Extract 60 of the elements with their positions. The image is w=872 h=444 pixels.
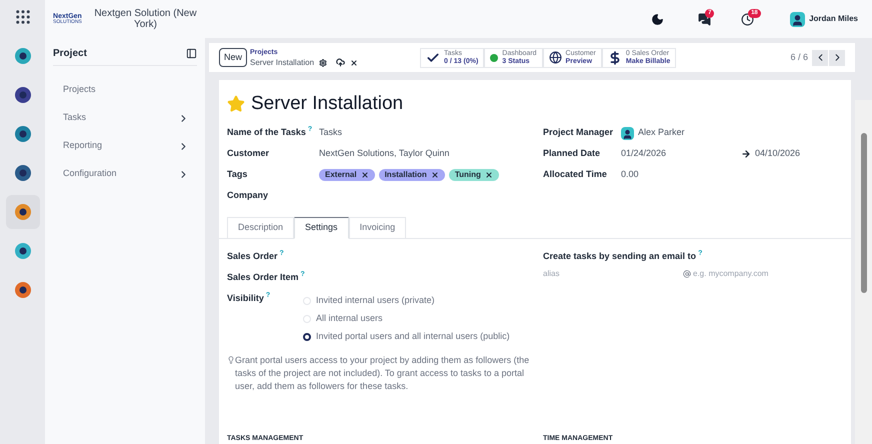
visibility-radio[interactable]: Invited portal users and all internal users (public) xyxy=(303,328,510,346)
field-value[interactable]: Alex Parker xyxy=(638,126,685,140)
sidebar-item[interactable]: Tasks xyxy=(45,104,205,132)
field-value[interactable]: Tasks xyxy=(319,126,342,140)
previous-button[interactable] xyxy=(812,50,828,66)
remove-icon[interactable] xyxy=(360,171,369,179)
field-label: Project Manager xyxy=(543,127,614,138)
tag-chip[interactable]: External xyxy=(319,169,375,181)
apps-grid-icon xyxy=(14,8,32,26)
next-button[interactable] xyxy=(829,50,845,66)
activity-icon[interactable] xyxy=(741,12,754,26)
alias-input[interactable]: alias xyxy=(543,268,683,280)
lightbulb-icon xyxy=(227,356,235,364)
tag-chip[interactable]: Tuning xyxy=(448,169,499,181)
form-tab[interactable]: Description xyxy=(227,216,294,238)
remove-icon[interactable] xyxy=(484,171,493,179)
visibility-radio[interactable]: All internal users xyxy=(303,310,510,328)
pager-value: 6 / 6 xyxy=(790,50,808,64)
field-label: Allocated Time xyxy=(543,169,607,180)
field-value[interactable]: 04/10/2026 xyxy=(755,147,800,161)
field-label: Company xyxy=(227,190,268,200)
record-title: Server Installation xyxy=(251,92,404,116)
domain-input[interactable]: e.g. mycompany.com xyxy=(693,268,793,280)
sidebar-item[interactable]: Configuration xyxy=(45,160,205,188)
tag-chip[interactable]: Installation xyxy=(378,169,445,181)
hint-text: Grant portal users access to your project by adding them as followers (the tasks of the project are not included). To grant access to tasks to a portal user, add them as followers for these tasks. xyxy=(235,354,530,392)
at-sign-icon xyxy=(683,270,691,278)
settings-icon[interactable] xyxy=(319,58,328,66)
form-tab[interactable]: Settings xyxy=(294,216,349,238)
globe-icon xyxy=(548,51,562,64)
record-name: Server Installation xyxy=(250,58,314,68)
scrollbar[interactable] xyxy=(855,100,872,444)
company-name[interactable]: Nextgen Solution (New York) xyxy=(94,8,197,30)
messages-icon[interactable] xyxy=(698,12,712,26)
form-tab[interactable]: Invoicing xyxy=(348,216,406,238)
radio-icon[interactable] xyxy=(303,332,311,340)
avatar-icon xyxy=(790,12,806,26)
sidebar-item[interactable]: Reporting xyxy=(45,132,205,160)
field-value[interactable]: NextGen Solutions, Taylor Quinn xyxy=(319,147,450,161)
field-label: Planned Date xyxy=(543,148,600,158)
sidebar-toggle-icon[interactable] xyxy=(186,48,197,59)
remove-icon[interactable] xyxy=(430,171,439,179)
sidebar-title: Project xyxy=(53,47,87,61)
visibility-radio[interactable]: Invited internal users (private) xyxy=(303,292,510,310)
close-icon[interactable] xyxy=(350,58,358,66)
cloud-upload-icon[interactable] xyxy=(336,58,346,67)
user-name[interactable]: Jordan Miles xyxy=(809,13,858,25)
field-label: Customer xyxy=(227,148,270,158)
field-label: Tags xyxy=(227,169,248,180)
check-icon xyxy=(426,50,440,64)
avatar-icon xyxy=(621,126,634,140)
field-value[interactable]: 0.00 xyxy=(621,168,639,182)
sidebar-item[interactable]: Projects xyxy=(45,76,205,104)
new-button[interactable]: New xyxy=(219,48,248,67)
field-value[interactable]: 01/24/2026 xyxy=(621,147,741,161)
dollar-icon xyxy=(608,50,622,64)
favorite-star-icon[interactable] xyxy=(227,95,245,114)
dark-mode-icon[interactable] xyxy=(651,12,664,26)
arrow-icon xyxy=(741,149,751,159)
app-launcher-button[interactable] xyxy=(6,195,40,229)
